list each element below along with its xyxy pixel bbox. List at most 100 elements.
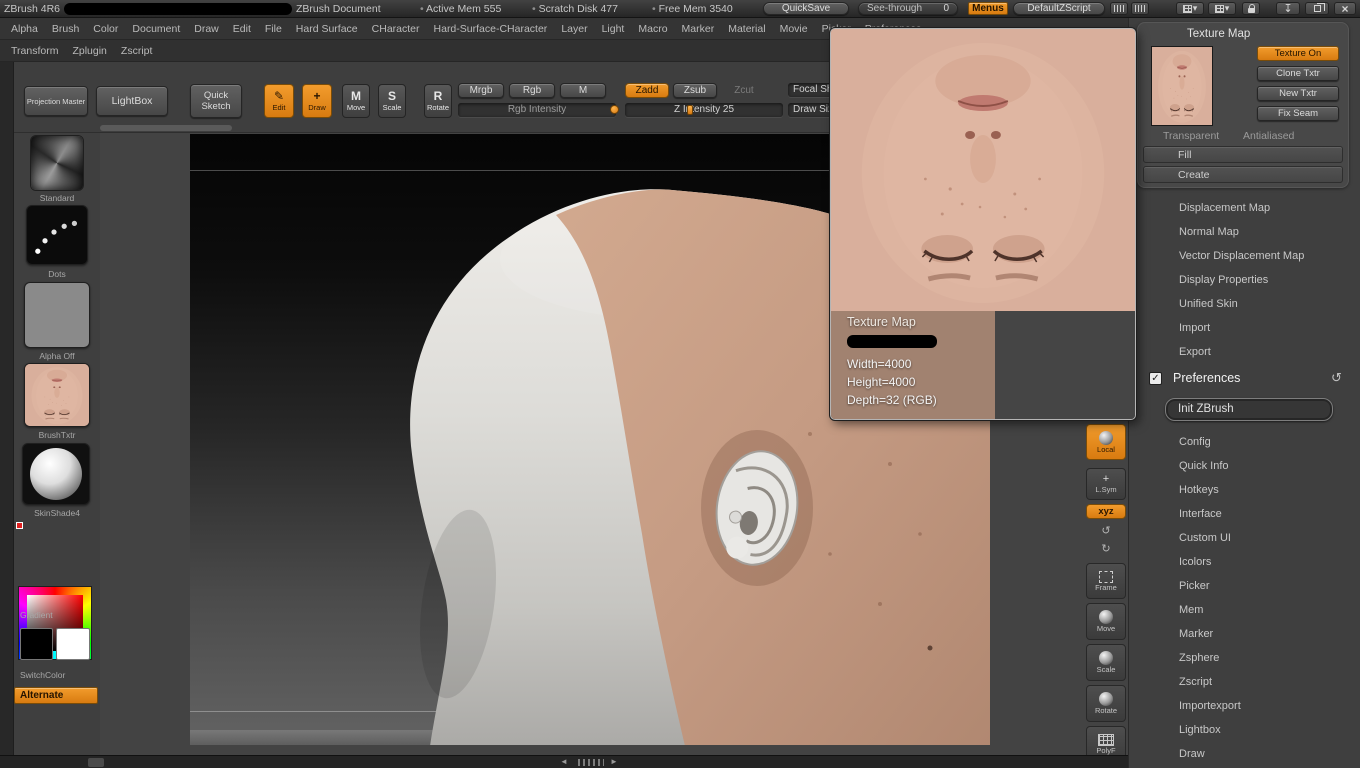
zadd-button[interactable]: Zadd bbox=[625, 83, 669, 98]
divider-bars-icon[interactable] bbox=[1110, 2, 1128, 15]
z-intensity-slider[interactable]: Z Intensity 25 bbox=[625, 103, 783, 117]
antialiased-toggle[interactable]: Antialiased bbox=[1243, 130, 1294, 142]
m-button[interactable]: M bbox=[560, 83, 606, 98]
menu-layer[interactable]: Layer bbox=[554, 23, 594, 35]
section-displacement-map[interactable]: Displacement Map bbox=[1129, 196, 1360, 220]
stroke-thumbnail-dots[interactable] bbox=[26, 205, 88, 265]
shelf-scale-button[interactable]: Scale bbox=[1086, 644, 1126, 681]
clone-txtr-button[interactable]: Clone Txtr bbox=[1257, 66, 1339, 81]
toolbar-scrollbar[interactable] bbox=[100, 125, 232, 131]
menus-button[interactable]: Menus bbox=[968, 2, 1008, 15]
projection-master-button[interactable]: Projection Master bbox=[24, 86, 88, 116]
scroll-left-icon[interactable]: ◄ bbox=[560, 757, 568, 766]
pref-item-draw[interactable]: Draw bbox=[1129, 742, 1360, 766]
preferences-header-row[interactable]: ✓ Preferences ↺ bbox=[1129, 366, 1360, 392]
menu-movie[interactable]: Movie bbox=[773, 23, 815, 35]
create-button[interactable]: Create bbox=[1143, 166, 1343, 183]
reset-icon[interactable]: ↺ bbox=[1331, 370, 1342, 386]
rotate-cw-button[interactable]: ↻ bbox=[1086, 541, 1126, 557]
store-config-icon[interactable]: ↧ bbox=[1276, 2, 1300, 15]
default-zscript-button[interactable]: DefaultZScript bbox=[1013, 2, 1105, 15]
menu-transform[interactable]: Transform bbox=[4, 45, 65, 57]
see-through-slider[interactable]: See-through 0 bbox=[858, 2, 958, 15]
scroll-right-icon[interactable]: ► bbox=[610, 757, 618, 766]
menu-alpha[interactable]: Alpha bbox=[4, 23, 45, 35]
texture-map-thumbnail[interactable] bbox=[1151, 46, 1213, 126]
scroll-grip[interactable] bbox=[578, 759, 604, 766]
rotate-ccw-button[interactable]: ↺ bbox=[1086, 523, 1126, 539]
swatch-primary-black[interactable] bbox=[20, 628, 53, 660]
init-zbrush-button[interactable]: Init ZBrush bbox=[1165, 398, 1333, 421]
alternate-button[interactable]: Alternate bbox=[14, 687, 98, 704]
restore-window-icon[interactable] bbox=[1305, 2, 1329, 15]
section-import[interactable]: Import bbox=[1129, 316, 1360, 340]
divider-bars2-icon[interactable] bbox=[1131, 2, 1149, 15]
move-mode-button[interactable]: M Move bbox=[342, 84, 370, 118]
pref-item-hotkeys[interactable]: Hotkeys bbox=[1129, 478, 1360, 502]
fix-seam-button[interactable]: Fix Seam bbox=[1257, 106, 1339, 121]
xyz-button[interactable]: xyz bbox=[1086, 504, 1126, 519]
mrgb-button[interactable]: Mrgb bbox=[458, 83, 504, 98]
lightbox-button[interactable]: LightBox bbox=[96, 86, 168, 116]
fill-button[interactable]: Fill bbox=[1143, 146, 1343, 163]
zsub-button[interactable]: Zsub bbox=[673, 83, 717, 98]
menu-marker[interactable]: Marker bbox=[675, 23, 722, 35]
menu-zplugin[interactable]: Zplugin bbox=[65, 45, 113, 57]
swatch-secondary-white[interactable] bbox=[56, 628, 90, 660]
texture-thumbnail-brushtxtr[interactable] bbox=[24, 363, 90, 427]
menu-character[interactable]: CHaracter bbox=[365, 23, 427, 35]
material-thumbnail-skinshade4[interactable] bbox=[22, 443, 90, 505]
pref-item-importexport[interactable]: Importexport bbox=[1129, 694, 1360, 718]
menu-hard-surface-character[interactable]: Hard-Surface-CHaracter bbox=[427, 23, 555, 35]
pref-item-config[interactable]: Config bbox=[1129, 430, 1360, 454]
menu-material[interactable]: Material bbox=[721, 23, 772, 35]
menu-brush[interactable]: Brush bbox=[45, 23, 86, 35]
rotate-mode-button[interactable]: R Rotate bbox=[424, 84, 452, 118]
menu-document[interactable]: Document bbox=[125, 23, 187, 35]
rgb-intensity-slider[interactable]: Rgb Intensity bbox=[458, 103, 619, 117]
pref-item-mem[interactable]: Mem bbox=[1129, 598, 1360, 622]
pref-item-custom-ui[interactable]: Custom UI bbox=[1129, 526, 1360, 550]
draw-mode-button[interactable]: + Draw bbox=[302, 84, 332, 118]
scale-mode-button[interactable]: S Scale bbox=[378, 84, 406, 118]
layout-preset2-icon[interactable]: ▾ bbox=[1208, 2, 1236, 15]
local-button[interactable]: Local bbox=[1086, 424, 1126, 460]
menu-macro[interactable]: Macro bbox=[631, 23, 674, 35]
pref-item-picker[interactable]: Picker bbox=[1129, 574, 1360, 598]
pref-item-zscript[interactable]: Zscript bbox=[1129, 670, 1360, 694]
quick-sketch-button[interactable]: Quick Sketch bbox=[190, 84, 242, 118]
pref-item-icolors[interactable]: Icolors bbox=[1129, 550, 1360, 574]
menu-light[interactable]: Light bbox=[595, 23, 632, 35]
menu-hard-surface[interactable]: Hard Surface bbox=[289, 23, 365, 35]
frame-button[interactable]: Frame bbox=[1086, 563, 1126, 599]
menu-color[interactable]: Color bbox=[86, 23, 125, 35]
shelf-move-button[interactable]: Move bbox=[1086, 603, 1126, 640]
pref-item-quick-info[interactable]: Quick Info bbox=[1129, 454, 1360, 478]
pref-item-zsphere[interactable]: Zsphere bbox=[1129, 646, 1360, 670]
pref-item-lightbox[interactable]: Lightbox bbox=[1129, 718, 1360, 742]
lock-icon[interactable] bbox=[1242, 2, 1260, 15]
section-vector-displacement-map[interactable]: Vector Displacement Map bbox=[1129, 244, 1360, 268]
section-unified-skin[interactable]: Unified Skin bbox=[1129, 292, 1360, 316]
rgb-button[interactable]: Rgb bbox=[509, 83, 555, 98]
lsym-button[interactable]: + L.Sym bbox=[1086, 468, 1126, 500]
z-intensity-handle[interactable] bbox=[687, 105, 693, 115]
pref-item-interface[interactable]: Interface bbox=[1129, 502, 1360, 526]
brush-thumbnail-standard[interactable] bbox=[30, 135, 84, 191]
new-txtr-button[interactable]: New Txtr bbox=[1257, 86, 1339, 101]
menu-edit[interactable]: Edit bbox=[226, 23, 258, 35]
menu-draw[interactable]: Draw bbox=[187, 23, 226, 35]
quicksave-button[interactable]: QuickSave bbox=[763, 2, 849, 15]
section-export[interactable]: Export bbox=[1129, 340, 1360, 364]
menu-file[interactable]: File bbox=[258, 23, 289, 35]
bottom-scrollbar[interactable]: ◄ ► bbox=[0, 755, 1128, 768]
section-normal-map[interactable]: Normal Map bbox=[1129, 220, 1360, 244]
alpha-thumbnail-off[interactable] bbox=[24, 282, 90, 348]
close-window-icon[interactable]: × bbox=[1334, 2, 1356, 16]
shelf-rotate-button[interactable]: Rotate bbox=[1086, 685, 1126, 722]
preferences-checkbox[interactable]: ✓ bbox=[1149, 372, 1162, 385]
transparent-toggle[interactable]: Transparent bbox=[1163, 130, 1219, 142]
section-display-properties[interactable]: Display Properties bbox=[1129, 268, 1360, 292]
texture-map-header[interactable]: Texture Map bbox=[1187, 28, 1250, 40]
layout-preset-icon[interactable]: ▾ bbox=[1176, 2, 1204, 15]
